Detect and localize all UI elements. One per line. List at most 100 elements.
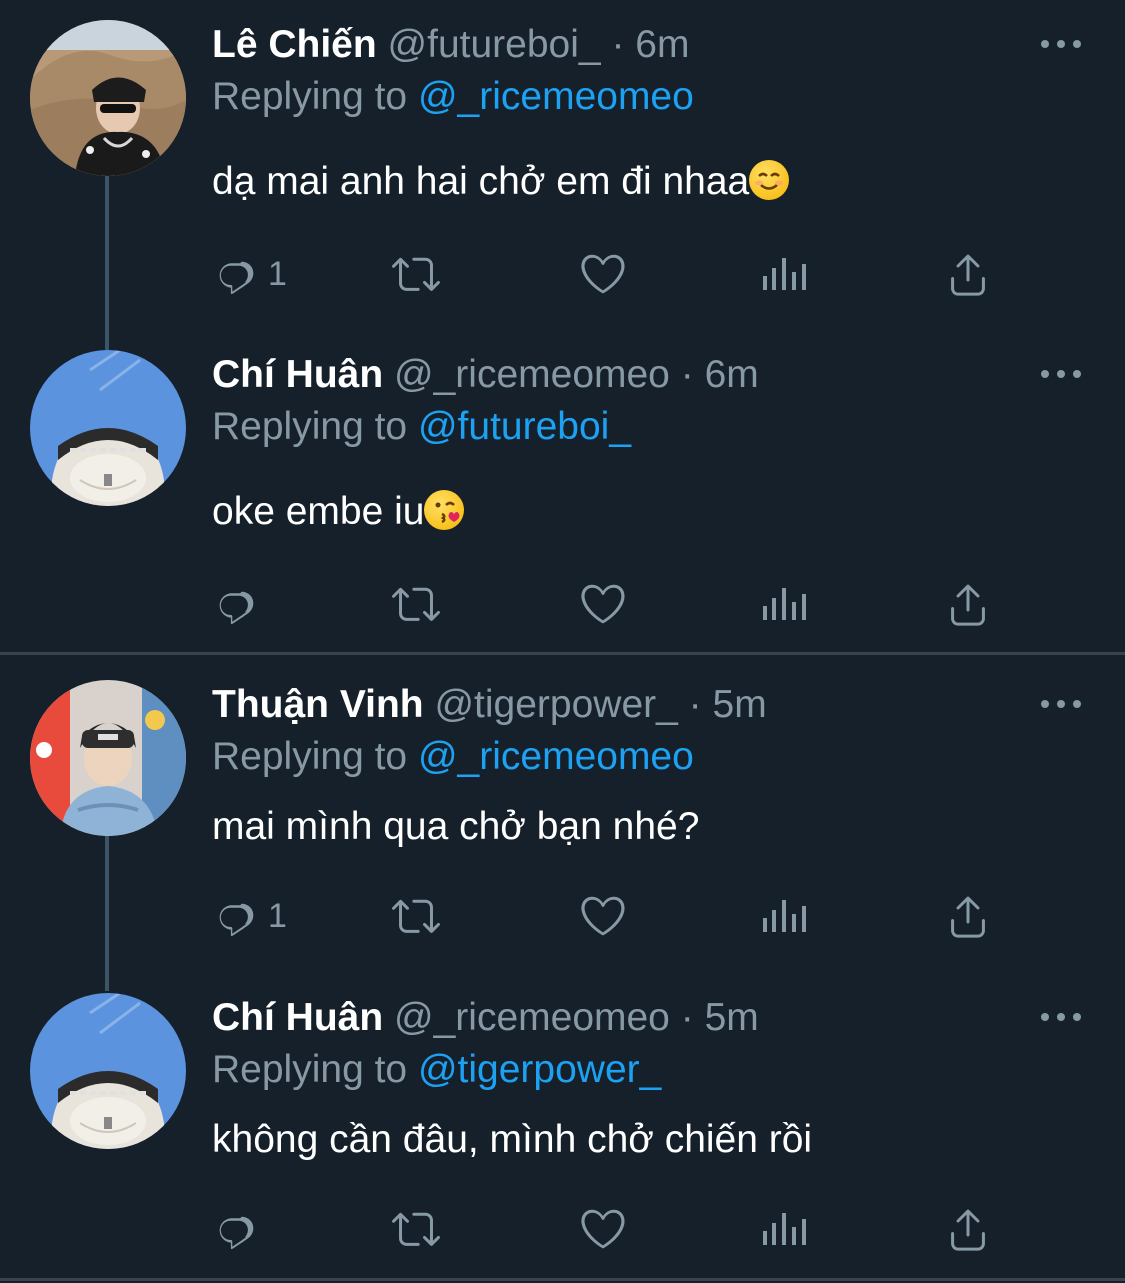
more-icon[interactable] [1041, 698, 1081, 710]
tweet[interactable]: Chí Huân @_ricemeomeo · 5m Replying to @… [0, 993, 1125, 1273]
retweet-button[interactable] [392, 244, 440, 304]
tweet-text: không cần đâu, mình chở chiến rồi [212, 1115, 812, 1165]
timestamp[interactable]: 5m [713, 683, 767, 726]
thread-line [105, 836, 109, 991]
username[interactable]: @_ricemeomeo [394, 353, 670, 396]
tweet-text: oke embe iu [212, 487, 465, 537]
analytics-button[interactable] [762, 886, 810, 946]
tweet-text: mai mình qua chở bạn nhé? [212, 802, 699, 852]
kissing-emoji-icon [424, 490, 465, 530]
username[interactable]: @_ricemeomeo [394, 996, 670, 1039]
reply-count: 1 [268, 896, 287, 935]
tweet-header: Chí Huân @_ricemeomeo · 5m [212, 993, 1045, 1043]
tweet-text-body: oke embe iu [212, 490, 425, 533]
timestamp[interactable]: 6m [635, 23, 689, 66]
retweet-icon [392, 892, 440, 940]
replying-to: Replying to @tigerpower_ [212, 1045, 661, 1095]
share-button[interactable] [944, 1199, 992, 1259]
reply-mention-link[interactable]: @_ricemeomeo [418, 75, 694, 118]
reply-mention-link[interactable]: @tigerpower_ [418, 1048, 661, 1091]
reply-button[interactable]: 1 [212, 886, 287, 946]
analytics-icon [762, 892, 810, 940]
replying-prefix: Replying to [212, 405, 418, 448]
display-name[interactable]: Chí Huân [212, 353, 383, 396]
analytics-button[interactable] [762, 244, 810, 304]
reply-mention-link[interactable]: @_ricemeomeo [418, 735, 694, 778]
reply-mention-link[interactable]: @futureboi_ [418, 405, 631, 448]
smiling-emoji-icon [749, 160, 790, 200]
like-icon [579, 580, 627, 628]
username[interactable]: @futureboi_ [388, 23, 601, 66]
reply-button[interactable] [212, 1199, 268, 1259]
separator: · [688, 683, 702, 726]
more-icon[interactable] [1041, 1011, 1081, 1023]
like-button[interactable] [579, 886, 627, 946]
tweet-actions [212, 574, 1002, 634]
display-name[interactable]: Chí Huân [212, 996, 383, 1039]
avatar[interactable] [30, 350, 186, 506]
divider [0, 652, 1125, 655]
tweet-header: Chí Huân @_ricemeomeo · 6m [212, 350, 1045, 400]
tweet-actions: 1 [212, 886, 1002, 946]
separator: · [611, 23, 625, 66]
more-icon[interactable] [1041, 368, 1081, 380]
analytics-button[interactable] [762, 574, 810, 634]
like-icon [579, 1205, 627, 1253]
retweet-icon [392, 250, 440, 298]
analytics-icon [762, 250, 810, 298]
reply-icon [212, 1205, 260, 1253]
tweet-header: Thuận Vinh @tigerpower_ · 5m [212, 680, 1045, 730]
share-icon [944, 892, 992, 940]
avatar[interactable] [30, 993, 186, 1149]
retweet-icon [392, 1205, 440, 1253]
divider [0, 1278, 1125, 1281]
reply-button[interactable] [212, 574, 268, 634]
separator: · [680, 353, 694, 396]
display-name[interactable]: Lê Chiến [212, 23, 377, 66]
retweet-button[interactable] [392, 574, 440, 634]
username[interactable]: @tigerpower_ [434, 683, 677, 726]
timestamp[interactable]: 6m [705, 353, 759, 396]
tweet[interactable]: Lê Chiến @futureboi_ · 6m Replying to @_… [0, 20, 1125, 366]
timestamp[interactable]: 5m [705, 996, 759, 1039]
replying-to: Replying to @futureboi_ [212, 402, 631, 452]
tweet[interactable]: Chí Huân @_ricemeomeo · 6m Replying to @… [0, 350, 1125, 650]
tweet-actions [212, 1199, 1002, 1259]
reply-icon [212, 250, 260, 298]
share-icon [944, 250, 992, 298]
share-button[interactable] [944, 574, 992, 634]
thread-line [105, 176, 109, 366]
tweet-text-body: mai mình qua chở bạn nhé? [212, 805, 700, 848]
share-icon [944, 580, 992, 628]
separator: · [680, 996, 694, 1039]
share-button[interactable] [944, 886, 992, 946]
retweet-icon [392, 580, 440, 628]
analytics-button[interactable] [762, 1199, 810, 1259]
tweet-text-body: dạ mai anh hai chở em đi nhaa [212, 160, 750, 203]
share-button[interactable] [944, 244, 992, 304]
avatar[interactable] [30, 20, 186, 176]
retweet-button[interactable] [392, 1199, 440, 1259]
retweet-button[interactable] [392, 886, 440, 946]
like-button[interactable] [579, 1199, 627, 1259]
like-icon [579, 250, 627, 298]
analytics-icon [762, 580, 810, 628]
display-name[interactable]: Thuận Vinh [212, 683, 424, 726]
tweet-text-body: không cần đâu, mình chở chiến rồi [212, 1118, 813, 1161]
tweet[interactable]: Thuận Vinh @tigerpower_ · 5m Replying to… [0, 680, 1125, 991]
tweet-header: Lê Chiến @futureboi_ · 6m [212, 20, 1045, 70]
more-icon[interactable] [1041, 38, 1081, 50]
replying-to: Replying to @_ricemeomeo [212, 72, 694, 122]
reply-button[interactable]: 1 [212, 244, 287, 304]
like-button[interactable] [579, 244, 627, 304]
replying-to: Replying to @_ricemeomeo [212, 732, 694, 782]
like-button[interactable] [579, 574, 627, 634]
replying-prefix: Replying to [212, 1048, 418, 1091]
reply-count: 1 [268, 254, 287, 293]
replying-prefix: Replying to [212, 735, 418, 778]
like-icon [579, 892, 627, 940]
tweet-actions: 1 [212, 244, 1002, 304]
reply-icon [212, 892, 260, 940]
avatar[interactable] [30, 680, 186, 836]
tweet-text: dạ mai anh hai chở em đi nhaa [212, 157, 790, 207]
